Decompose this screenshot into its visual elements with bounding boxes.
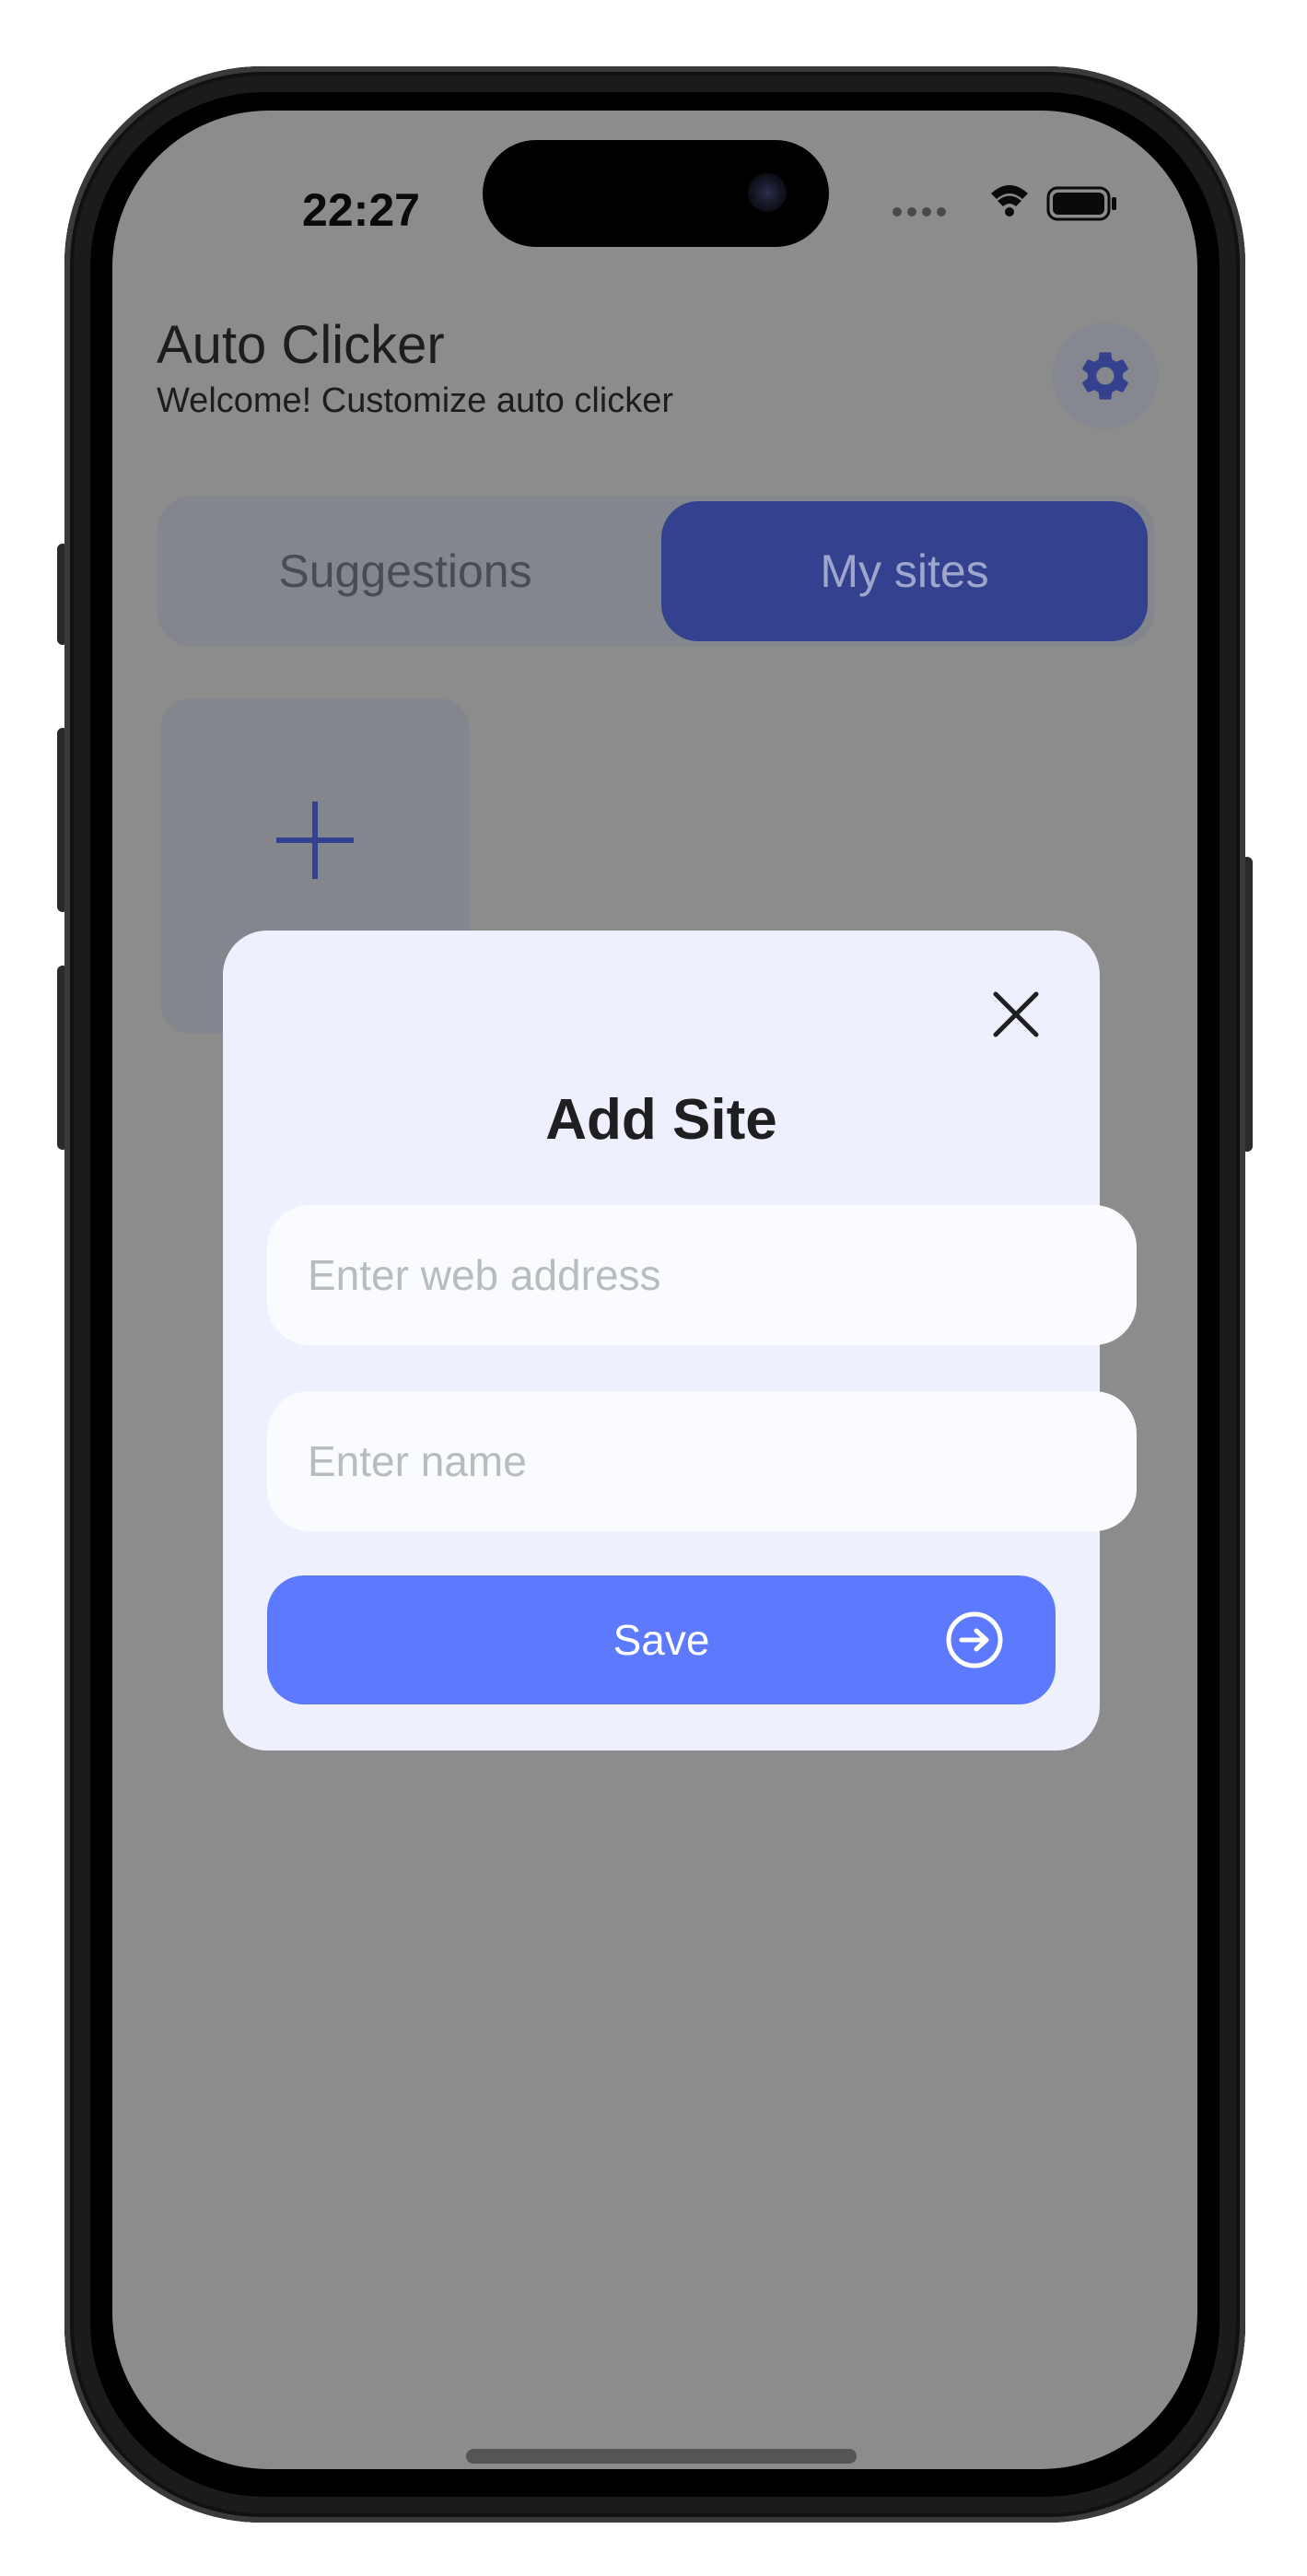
status-time: 22:27 [302,184,420,236]
settings-button[interactable] [1052,322,1159,429]
save-button[interactable]: Save [267,1575,1056,1704]
battery-icon [1046,186,1116,221]
gear-icon [1082,352,1128,400]
home-indicator [466,2449,857,2464]
add-site-dialog: Add Site Save [223,931,1137,1751]
camera-icon [748,173,787,212]
tab-my-sites[interactable]: My sites [661,501,1148,641]
arrow-right-circle-icon [946,1611,1003,1669]
screen: 22:27 Auto Clicker Welcome! Customize au… [112,111,1197,2469]
name-input[interactable] [267,1391,1137,1531]
signal-dots-icon [893,207,946,217]
tab-bar: Suggestions My sites [157,496,1155,647]
tab-suggestions[interactable]: Suggestions [157,496,654,647]
close-button[interactable] [980,978,1052,1050]
wifi-icon [991,185,1028,217]
status-icons [886,175,1126,240]
web-address-input[interactable] [267,1205,1137,1345]
save-button-label: Save [613,1616,710,1664]
app-subtitle: Welcome! Customize auto clicker [157,381,674,420]
app-title: Auto Clicker [157,315,445,375]
close-icon [993,991,1039,1037]
dialog-title: Add Site [545,1088,777,1152]
